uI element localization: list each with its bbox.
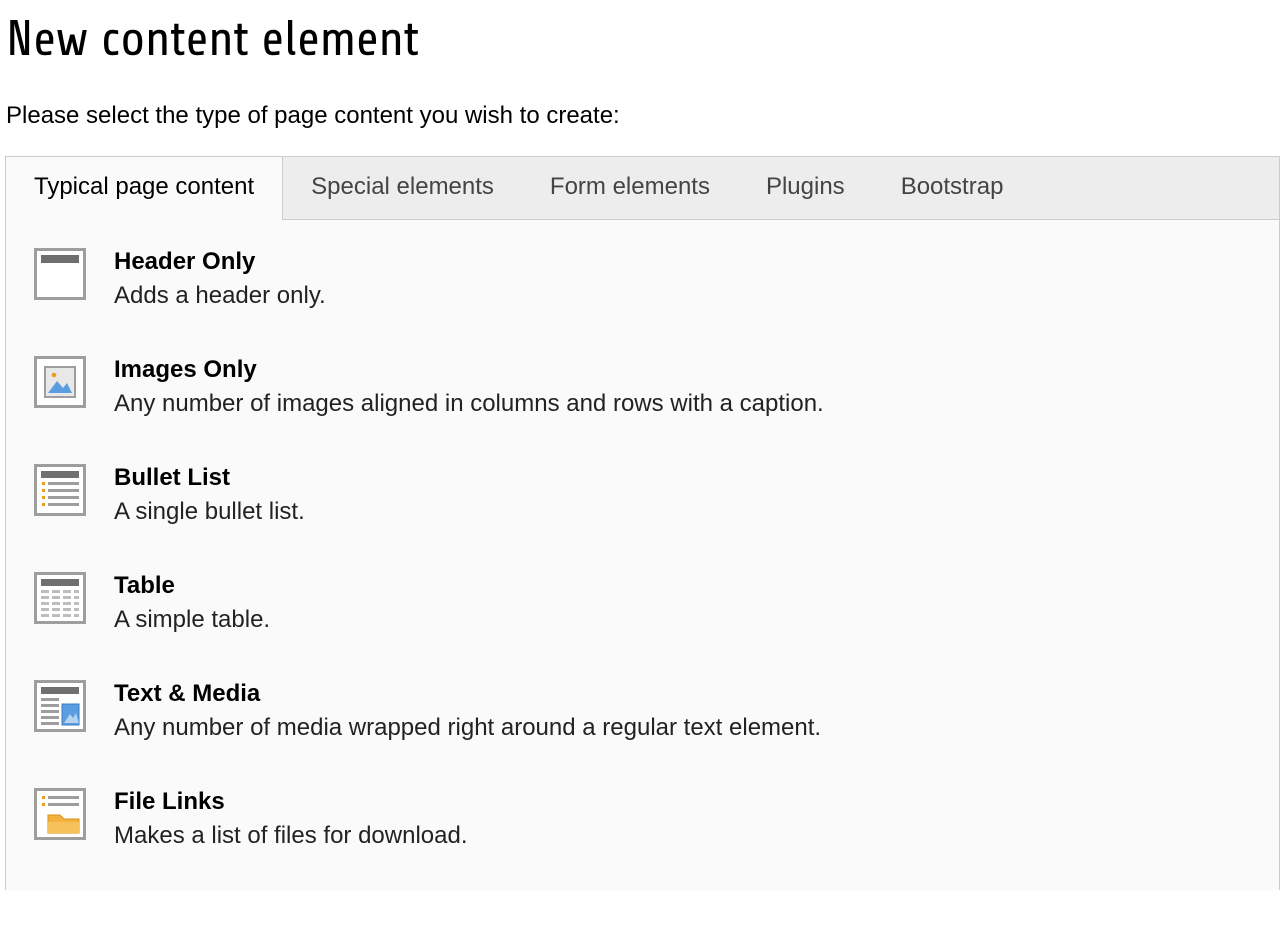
item-desc: Any number of media wrapped right around… <box>114 714 821 742</box>
table-icon <box>34 572 86 624</box>
intro-text: Please select the type of page content y… <box>6 102 1280 130</box>
item-title: Header Only <box>114 248 326 276</box>
item-title: Bullet List <box>114 464 305 492</box>
tab-bootstrap[interactable]: Bootstrap <box>873 157 1032 219</box>
item-desc: Makes a list of files for download. <box>114 822 468 850</box>
tab-typical-page-content[interactable]: Typical page content <box>5 156 283 220</box>
content-type-panel: Header Only Adds a header only. Images O… <box>5 220 1280 890</box>
content-type-bullet-list[interactable]: Bullet List A single bullet list. <box>34 464 1251 526</box>
item-title: Text & Media <box>114 680 821 708</box>
item-desc: Any number of images aligned in columns … <box>114 390 824 418</box>
content-type-images-only[interactable]: Images Only Any number of images aligned… <box>34 356 1251 418</box>
file-links-icon <box>34 788 86 840</box>
bullet-list-icon <box>34 464 86 516</box>
content-type-header-only[interactable]: Header Only Adds a header only. <box>34 248 1251 310</box>
item-title: File Links <box>114 788 468 816</box>
item-title: Table <box>114 572 270 600</box>
images-only-icon <box>34 356 86 408</box>
item-desc: A simple table. <box>114 606 270 634</box>
content-type-file-links[interactable]: File Links Makes a list of files for dow… <box>34 788 1251 850</box>
tab-strip: Typical page content Special elements Fo… <box>6 156 1280 220</box>
item-desc: Adds a header only. <box>114 282 326 310</box>
content-type-table[interactable]: Table A simple table. <box>34 572 1251 634</box>
tab-form-elements[interactable]: Form elements <box>522 157 738 219</box>
item-title: Images Only <box>114 356 824 384</box>
content-type-text-media[interactable]: Text & Media Any number of media wrapped… <box>34 680 1251 742</box>
page-title: New content element <box>6 12 1280 68</box>
tab-special-elements[interactable]: Special elements <box>283 157 522 219</box>
item-desc: A single bullet list. <box>114 498 305 526</box>
header-only-icon <box>34 248 86 300</box>
tab-plugins[interactable]: Plugins <box>738 157 873 219</box>
text-media-icon <box>34 680 86 732</box>
